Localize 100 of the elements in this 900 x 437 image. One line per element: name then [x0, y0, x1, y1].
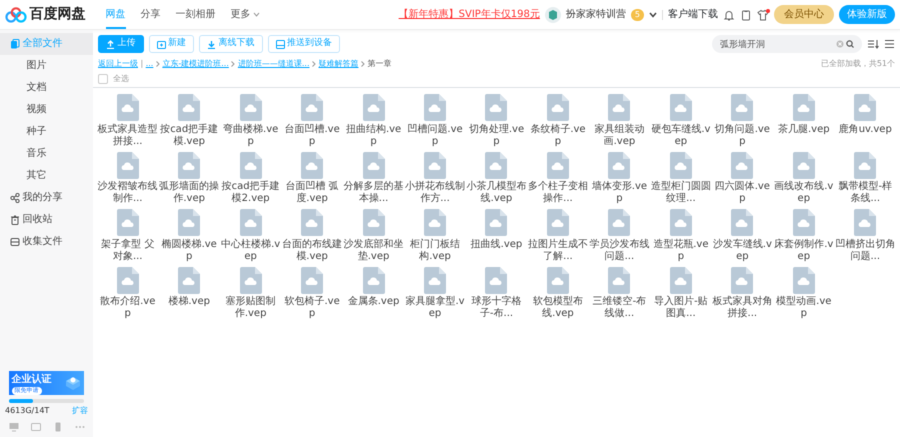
cloud-file-icon[interactable] [670, 152, 692, 178]
file-name[interactable]: 弯曲楼梯.vep [220, 124, 281, 148]
file-name[interactable]: 金属条.vep [344, 296, 404, 308]
user-name[interactable]: 扮家家特训营 [566, 7, 626, 22]
cloud-file-icon[interactable] [731, 94, 754, 121]
cloud-file-icon[interactable] [854, 94, 876, 121]
cloud-file-icon[interactable] [731, 266, 754, 294]
cloud-file-icon[interactable] [485, 94, 508, 121]
cloud-file-icon[interactable] [546, 209, 569, 236]
cloud-file-icon[interactable] [116, 94, 139, 121]
file-name[interactable]: 造型柜门圆圆纹理... [650, 181, 711, 205]
nav-tab[interactable]: 一刻相册 [176, 0, 216, 28]
cloud-file-icon[interactable] [546, 94, 569, 121]
nav-tab[interactable]: 更多 [230, 0, 260, 28]
cloud-file-icon[interactable] [792, 94, 815, 121]
sidebar-item[interactable]: 图片 [0, 54, 93, 76]
monitor-icon[interactable] [8, 422, 18, 432]
bell-icon[interactable] [723, 8, 735, 20]
file-name[interactable]: 按cad把手建模2.vep [220, 181, 281, 205]
cloud-file-icon[interactable] [362, 94, 385, 121]
sidebar-item[interactable]: 视频 [0, 98, 93, 120]
file-name[interactable]: 造型花瓶.vep [650, 238, 711, 262]
cloud-file-icon[interactable] [731, 209, 754, 236]
file-name[interactable]: 飘带模型-样条线... [835, 181, 896, 205]
cloud-file-icon[interactable] [116, 209, 139, 236]
chevron-down-icon[interactable] [649, 12, 657, 18]
file-name[interactable]: 台面的布线建模.vep [282, 238, 342, 262]
cloud-file-icon[interactable] [424, 152, 446, 178]
file-name[interactable]: 切角处理.vep [466, 124, 526, 148]
cloud-file-icon[interactable] [608, 152, 630, 178]
file-name[interactable]: 柜门门板结构.vep [405, 238, 466, 262]
file-name[interactable]: 板式家具造型拼接... [98, 124, 158, 148]
cloud-file-icon[interactable] [178, 94, 200, 121]
file-name[interactable]: 切角问题.vep [712, 124, 772, 148]
file-name[interactable]: 鹿角uv.vep [835, 124, 896, 136]
sidebar-item[interactable]: 种子 [0, 120, 93, 142]
cloud-file-icon[interactable] [608, 94, 630, 121]
file-name[interactable]: 塞形贴图制作.vep [220, 296, 281, 320]
cloud-file-icon[interactable] [546, 152, 569, 178]
file-name[interactable]: 架子拿型 父对象... [98, 238, 158, 262]
file-name[interactable]: 弧形墙面的操作.vep [159, 181, 220, 205]
file-name[interactable]: 板式家具对角拼接... [712, 296, 772, 320]
file-name[interactable]: 沙发底部和坐垫.vep [344, 238, 404, 262]
cloud-file-icon[interactable] [485, 266, 508, 294]
client-download-link[interactable]: 客户端下载 [668, 7, 718, 22]
sort-icon[interactable] [867, 39, 879, 49]
search-icon[interactable] [846, 40, 854, 48]
cloud-file-icon[interactable] [240, 209, 262, 236]
file-name[interactable]: 画线改布线.vep [774, 181, 834, 205]
cloud-file-icon[interactable] [792, 209, 815, 236]
file-name[interactable]: 墙体变形.vep [589, 181, 650, 205]
cloud-file-icon[interactable] [670, 94, 692, 121]
list-view-icon[interactable] [884, 39, 895, 49]
file-name[interactable]: 模型动画.vep [774, 296, 834, 320]
sidebar-item[interactable]: 收集文件 [0, 230, 93, 252]
cloud-file-icon[interactable] [792, 152, 815, 178]
cloud-file-icon[interactable] [424, 94, 446, 121]
cloud-file-icon[interactable] [424, 266, 446, 294]
file-name[interactable]: 散布介绍.vep [98, 296, 158, 320]
cloud-file-icon[interactable] [854, 152, 876, 178]
file-name[interactable]: 三维镂空-布线做... [589, 296, 650, 320]
cloud-file-icon[interactable] [792, 266, 815, 294]
select-all-checkbox[interactable] [98, 74, 108, 84]
cloud-file-icon[interactable] [240, 94, 262, 121]
cloud-file-icon[interactable] [240, 266, 262, 294]
file-name[interactable]: 球形十字格子-布... [466, 296, 526, 320]
cloud-file-icon[interactable] [485, 209, 508, 236]
file-name[interactable]: 小拼花布线制作方... [405, 181, 466, 205]
file-name[interactable]: 台面凹槽.vep [282, 124, 342, 148]
cloud-file-icon[interactable] [485, 152, 508, 178]
file-name[interactable]: 凹槽挤出切角问题... [835, 238, 896, 262]
cloud-file-icon[interactable] [301, 94, 324, 121]
file-name[interactable]: 扭曲结构.vep [344, 124, 404, 148]
file-name[interactable]: 椭圆楼梯.vep [159, 238, 220, 262]
file-name[interactable]: 台面凹槽 弧度.vep [282, 181, 342, 205]
cloud-file-icon[interactable] [362, 152, 385, 178]
cloud-file-icon[interactable] [546, 266, 569, 294]
cloud-file-icon[interactable] [670, 209, 692, 236]
cloud-file-icon[interactable] [301, 152, 324, 178]
file-name[interactable]: 条纹椅子.vep [528, 124, 588, 148]
cloud-file-icon[interactable] [854, 209, 876, 236]
file-name[interactable]: 家具腿拿型.vep [405, 296, 466, 320]
file-name[interactable]: 硬包车缝线.vep [650, 124, 711, 148]
search-field[interactable]: 弧形墙开洞 [712, 35, 862, 53]
file-name[interactable]: 分解多层的基本操... [344, 181, 404, 205]
cloud-file-icon[interactable] [178, 152, 200, 178]
file-name[interactable]: 拉图片生成不了解... [528, 238, 588, 262]
cloud-file-icon[interactable] [178, 209, 200, 236]
file-name[interactable]: 沙发褶皱布线制作... [98, 181, 158, 205]
file-name[interactable]: 四六圆体.vep [712, 181, 772, 205]
promo-link[interactable]: 【新年特惠】SVIP年卡仅198元 [398, 7, 540, 22]
file-name[interactable]: 凹槽问题.vep [405, 124, 466, 148]
cloud-file-icon[interactable] [178, 266, 200, 294]
file-name[interactable]: 茶几腿.vep [774, 124, 834, 136]
file-name[interactable]: 沙发车缝线.vep [712, 238, 772, 262]
cloud-file-icon[interactable] [670, 266, 692, 294]
file-name[interactable]: 楼梯.vep [159, 296, 220, 308]
file-name[interactable]: 家具组装动画.vep [589, 124, 650, 148]
phone-icon[interactable] [52, 422, 62, 432]
cloud-file-icon[interactable] [301, 209, 324, 236]
